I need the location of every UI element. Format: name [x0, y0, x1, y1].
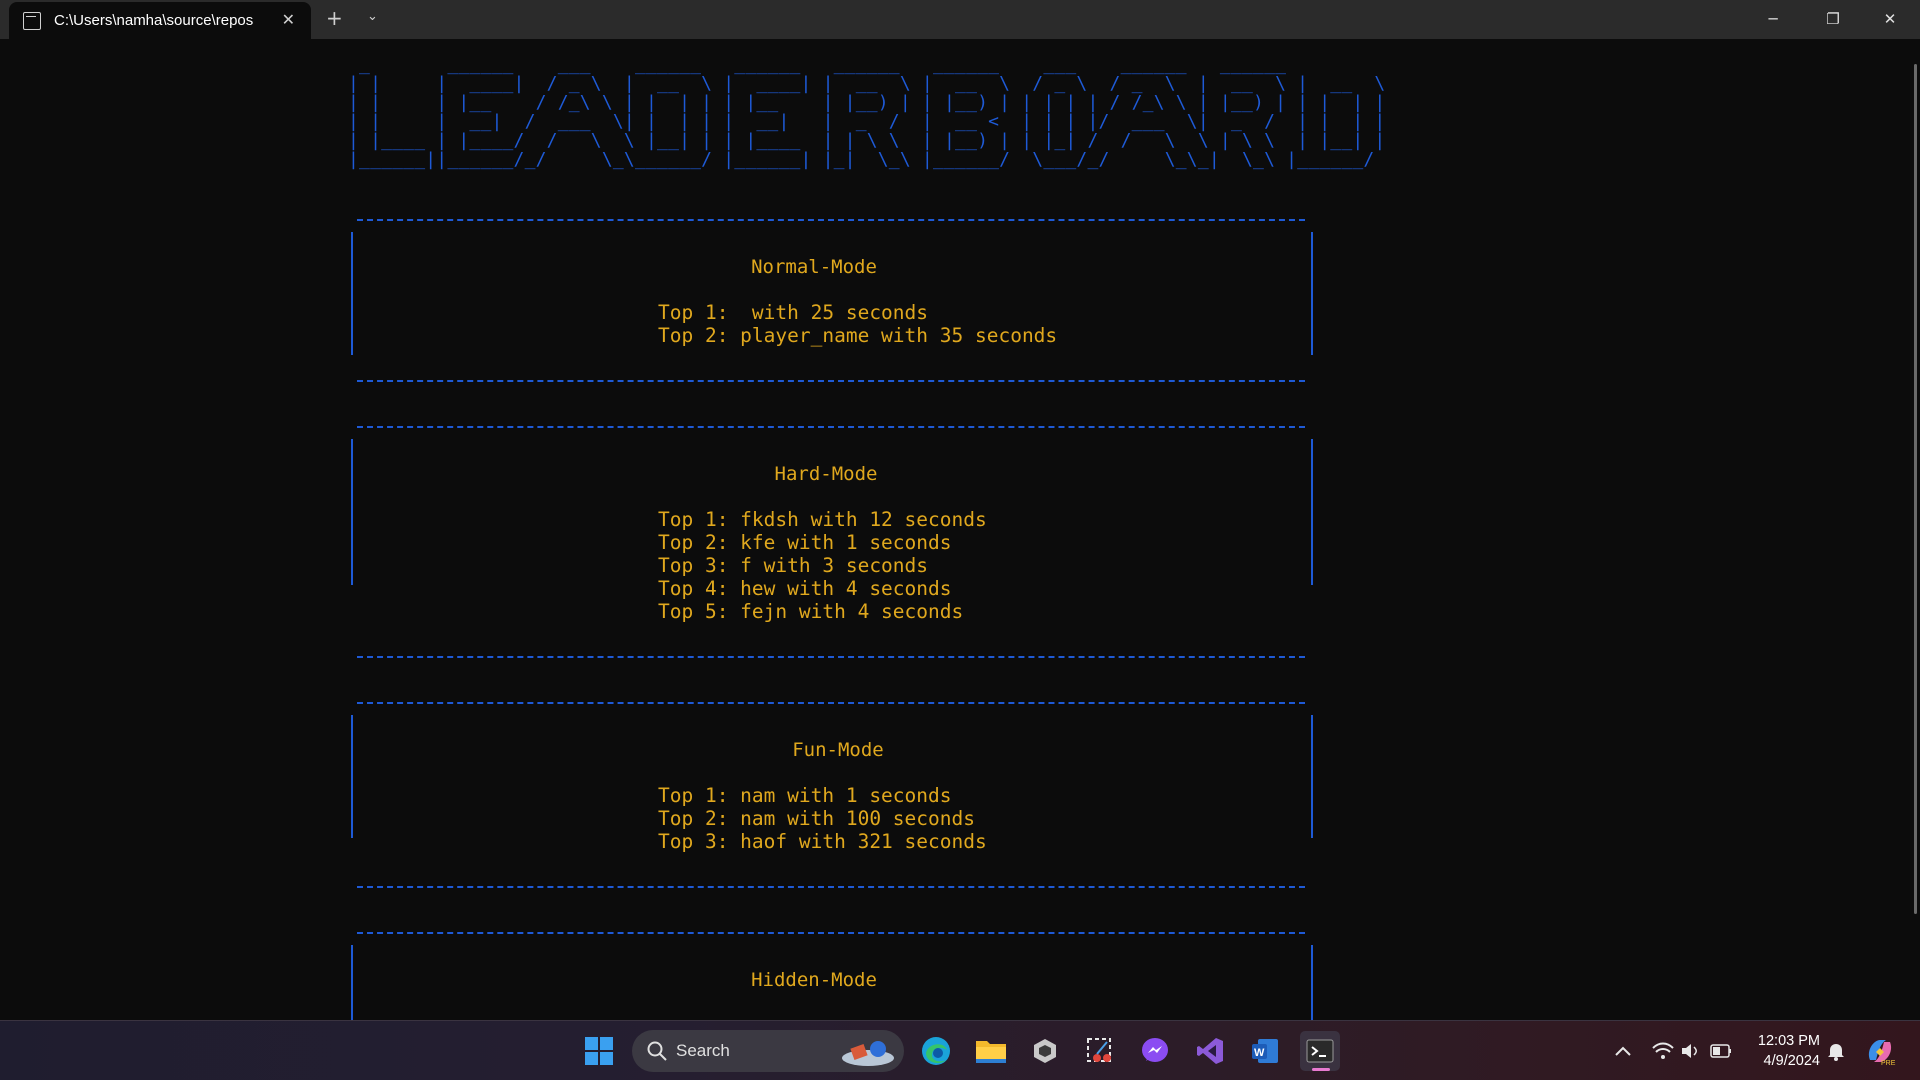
- leaderboard-entry: Top 2: kfe with 1 seconds: [658, 531, 952, 554]
- vertical-scrollbar[interactable]: [1914, 64, 1917, 914]
- visual-studio-icon[interactable]: [1190, 1031, 1230, 1071]
- show-hidden-icons[interactable]: [1614, 1021, 1632, 1080]
- normal-mode-title: Normal-Mode: [751, 256, 877, 278]
- section-bottom-rule: [357, 656, 1305, 658]
- section-bottom-rule: [357, 380, 1305, 382]
- hidden-mode-title: Hidden-Mode: [751, 969, 877, 991]
- wifi-icon[interactable]: [1652, 1021, 1674, 1080]
- section-right-border: [1311, 232, 1313, 355]
- hard-mode-title: Hard-Mode: [774, 463, 878, 485]
- start-icon[interactable]: [579, 1031, 619, 1071]
- taskbar: Search W 12:03 PM 4/9/2024 PRE: [0, 1020, 1920, 1080]
- search-highlight-icon: [842, 1041, 894, 1066]
- leaderboard-entry: Top 1: fkdsh with 12 seconds: [658, 508, 987, 531]
- word-icon[interactable]: W: [1245, 1031, 1285, 1071]
- copilot-icon[interactable]: PRE: [1864, 1021, 1896, 1080]
- volume-icon[interactable]: [1680, 1021, 1702, 1080]
- leaderboard-entry: Top 5: fejn with 4 seconds: [658, 600, 964, 623]
- close-window-button[interactable]: ✕: [1867, 4, 1913, 34]
- terminal-taskbar-icon[interactable]: [1300, 1031, 1340, 1071]
- new-tab-button[interactable]: +: [326, 6, 343, 30]
- active-indicator: [1312, 1068, 1330, 1071]
- file-explorer-icon[interactable]: [971, 1031, 1011, 1071]
- section-right-border: [1311, 945, 1313, 1020]
- leaderboard-entry: Top 2: player_name with 35 seconds: [658, 324, 1058, 347]
- restore-button[interactable]: ❐: [1810, 4, 1856, 34]
- terminal-icon: [23, 11, 41, 30]
- taskbar-clock[interactable]: 12:03 PM 4/9/2024: [1748, 1031, 1820, 1071]
- taskbar-search-input[interactable]: Search: [632, 1030, 904, 1072]
- search-placeholder: Search: [676, 1041, 730, 1060]
- section-top-rule: [357, 702, 1305, 704]
- section-right-border: [1311, 439, 1313, 585]
- section-left-border: [351, 715, 353, 838]
- leaderboard-entry: Top 3: f with 3 seconds: [658, 554, 929, 577]
- section-left-border: [351, 232, 353, 355]
- tab-dropdown-button[interactable]: ⌄: [367, 9, 378, 24]
- search-icon: [647, 1041, 667, 1061]
- unity-icon[interactable]: [1025, 1031, 1065, 1071]
- section-bottom-rule: [357, 886, 1305, 888]
- clock-time: 12:03 PM: [1757, 1033, 1820, 1049]
- snipping-tool-icon[interactable]: [1080, 1031, 1120, 1071]
- leaderboard-entry: Top 4: hew with 4 seconds: [658, 577, 952, 600]
- title-bar: C:\Users\namha\source\repos ✕ + ⌄ ─ ❐ ✕: [0, 0, 1920, 39]
- svg-text:PRE: PRE: [1881, 1060, 1896, 1066]
- edge-icon[interactable]: [916, 1031, 956, 1071]
- clock-date: 4/9/2024: [1763, 1053, 1820, 1069]
- tab-title: C:\Users\namha\source\repos: [54, 12, 254, 29]
- messenger-icon[interactable]: [1135, 1031, 1175, 1071]
- battery-icon[interactable]: [1710, 1021, 1732, 1080]
- section-top-rule: [357, 219, 1305, 221]
- leaderboard-entry: Top 2: nam with 100 seconds: [658, 807, 975, 830]
- leaderboard-entry: Top 1: nam with 1 seconds: [658, 784, 952, 807]
- minimize-button[interactable]: ─: [1750, 4, 1796, 34]
- leaderboard-entry: Top 1: with 25 seconds: [658, 301, 929, 324]
- fun-mode-title: Fun-Mode: [792, 739, 884, 761]
- svg-text:W: W: [1254, 1047, 1265, 1059]
- section-top-rule: [357, 932, 1305, 934]
- leaderboard-entry: Top 3: haof with 321 seconds: [658, 830, 987, 853]
- leaderboard-ascii-banner: _ ______ ___ ______ ______ ______ ______…: [348, 54, 1386, 170]
- terminal-tab[interactable]: C:\Users\namha\source\repos ✕: [9, 2, 311, 39]
- terminal-output[interactable]: _ ______ ___ ______ ______ ______ ______…: [0, 39, 1920, 1020]
- section-left-border: [351, 439, 353, 585]
- close-tab-icon[interactable]: ✕: [282, 10, 295, 29]
- notification-icon[interactable]: [1826, 1021, 1846, 1080]
- section-right-border: [1311, 715, 1313, 838]
- section-top-rule: [357, 426, 1305, 428]
